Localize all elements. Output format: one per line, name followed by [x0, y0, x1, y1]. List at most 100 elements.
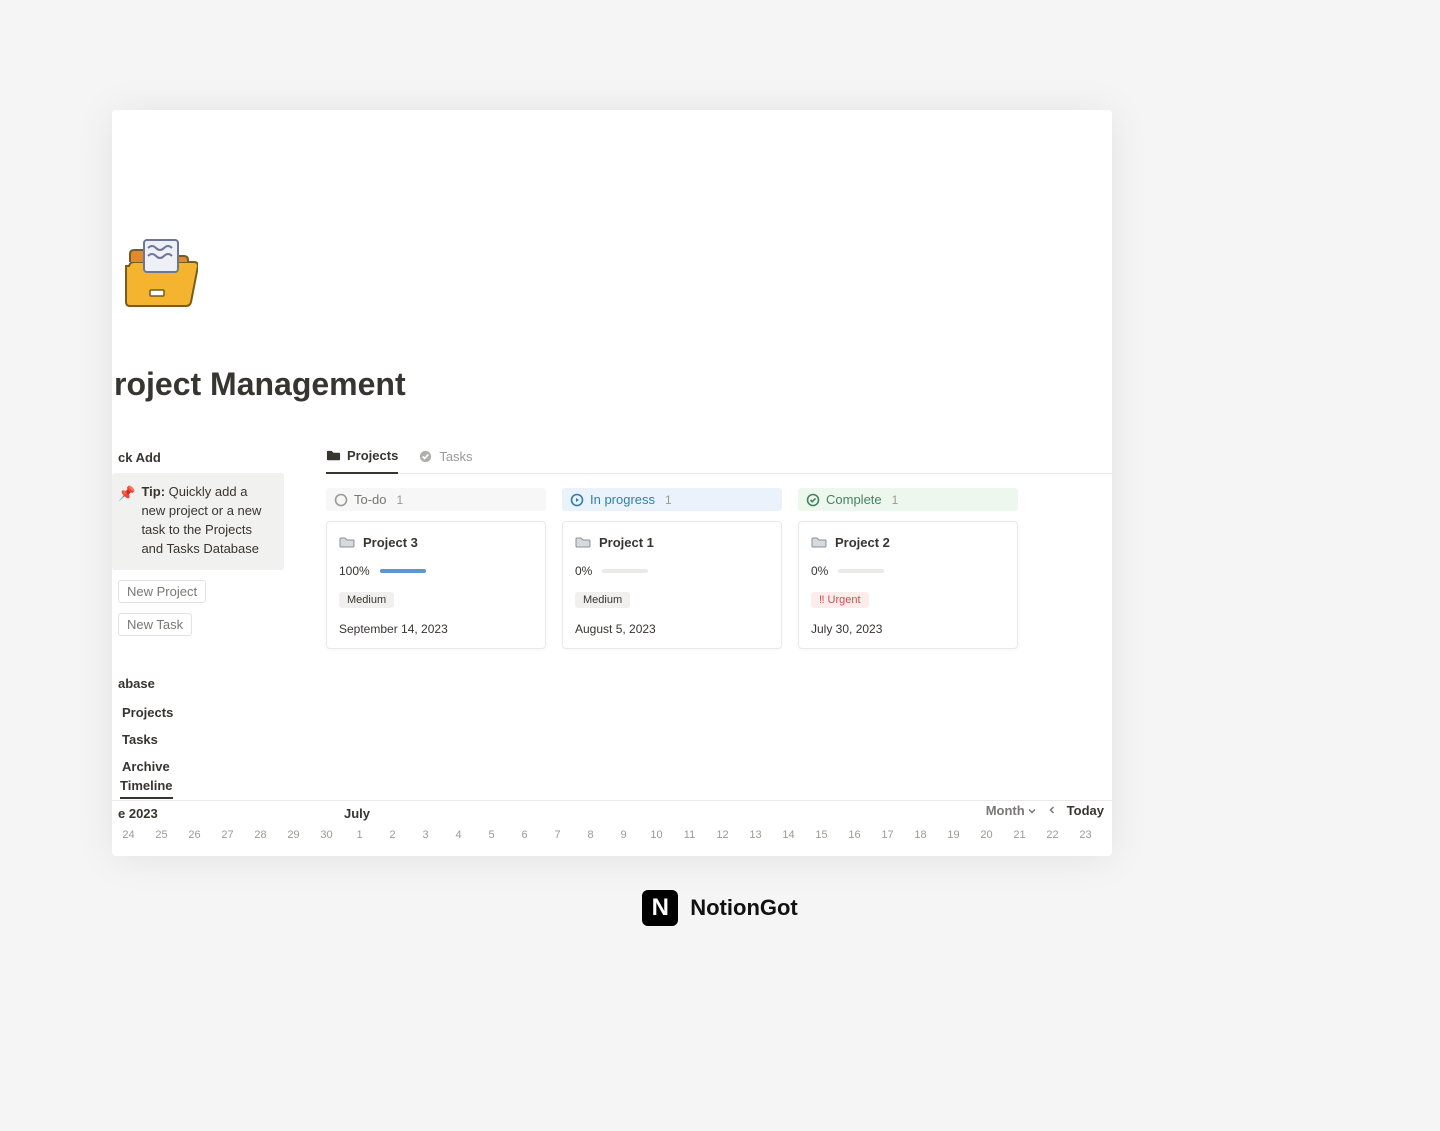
tab-tasks[interactable]: Tasks [418, 446, 472, 474]
new-task-label: New Task [127, 617, 183, 632]
timeline-day[interactable]: 22 [1036, 829, 1069, 841]
db-link-projects[interactable]: Projects [112, 699, 284, 726]
timeline-day[interactable]: 4 [442, 829, 475, 841]
timeline-day[interactable]: 11 [673, 829, 706, 841]
column-complete-count: 1 [892, 493, 899, 507]
timeline-day[interactable]: 25 [145, 829, 178, 841]
sidebar: ck Add 📌 Tip: Quickly add a new project … [112, 444, 284, 780]
timeline-prev-button[interactable] [1047, 803, 1057, 818]
timeline-day[interactable]: 17 [871, 829, 904, 841]
progress-bar [838, 569, 884, 573]
column-todo-label: To-do [354, 492, 387, 507]
timeline-day[interactable]: 6 [508, 829, 541, 841]
new-project-button[interactable]: New Project [118, 580, 206, 603]
app-window: roject Management ck Add 📌 Tip: Quickly … [112, 110, 1112, 856]
quick-add-heading: ck Add [112, 444, 284, 473]
timeline-day[interactable]: 7 [541, 829, 574, 841]
tab-projects[interactable]: Projects [326, 446, 398, 474]
card-title: Project 3 [363, 535, 418, 550]
chevron-down-icon [1027, 806, 1037, 816]
timeline-day[interactable]: 27 [211, 829, 244, 841]
timeline-day[interactable]: 19 [937, 829, 970, 841]
timeline-day[interactable]: 16 [838, 829, 871, 841]
circle-empty-icon [334, 493, 348, 507]
card-date: August 5, 2023 [575, 622, 769, 636]
column-inprogress-count: 1 [665, 493, 672, 507]
brand-text: NotionGot [690, 895, 798, 921]
card-date: September 14, 2023 [339, 622, 533, 636]
tab-projects-label: Projects [347, 448, 398, 463]
timeline-day[interactable]: 29 [277, 829, 310, 841]
timeline-days: 2425262728293012345678910111213141516171… [112, 825, 1112, 841]
timeline-day[interactable]: 24 [112, 829, 145, 841]
column-todo-header[interactable]: To-do 1 [326, 488, 546, 511]
card-project-2[interactable]: Project 2 0% ‼ Urgent July 30, 2023 [798, 521, 1018, 649]
timeline-day[interactable]: 20 [970, 829, 1003, 841]
circle-check-icon [806, 493, 820, 507]
circle-play-icon [570, 493, 584, 507]
timeline-day[interactable]: 1 [343, 829, 376, 841]
timeline-day[interactable]: 21 [1003, 829, 1036, 841]
timeline-day[interactable]: 26 [178, 829, 211, 841]
progress-fill [380, 569, 426, 573]
new-project-label: New Project [127, 584, 197, 599]
checkbadge-icon [418, 449, 433, 464]
tip-strong: Tip: [141, 484, 165, 499]
timeline-day[interactable]: 2 [376, 829, 409, 841]
page-hero-folder-icon [120, 236, 198, 314]
database-heading: abase [112, 636, 284, 699]
column-inprogress: In progress 1 Project 1 0% [562, 488, 782, 649]
priority-tag: Medium [575, 592, 630, 608]
column-inprogress-header[interactable]: In progress 1 [562, 488, 782, 511]
timeline-day[interactable]: 10 [640, 829, 673, 841]
column-todo-count: 1 [397, 493, 404, 507]
timeline-day[interactable]: 8 [574, 829, 607, 841]
new-task-button[interactable]: New Task [118, 613, 192, 636]
priority-tag: Medium [339, 592, 394, 608]
timeline-day[interactable]: 5 [475, 829, 508, 841]
progress-bar [602, 569, 648, 573]
tab-tasks-label: Tasks [439, 449, 472, 464]
db-link-tasks[interactable]: Tasks [112, 726, 284, 753]
timeline-scale-label: Month [986, 803, 1025, 818]
folder-mini-icon [575, 534, 591, 550]
column-complete: Complete 1 Project 2 0% [798, 488, 1018, 649]
chevron-left-icon [1047, 805, 1057, 815]
card-project-3[interactable]: Project 3 100% Medium September 14, 2023 [326, 521, 546, 649]
timeline-scale-dropdown[interactable]: Month [986, 803, 1037, 818]
timeline-day[interactable]: 18 [904, 829, 937, 841]
board-tabs: Projects Tasks [326, 446, 1112, 474]
timeline-day[interactable]: 12 [706, 829, 739, 841]
tab-timeline[interactable]: Timeline [120, 778, 173, 799]
column-complete-header[interactable]: Complete 1 [798, 488, 1018, 511]
timeline-day[interactable]: 9 [607, 829, 640, 841]
tip-text: Tip: Quickly add a new project or a new … [141, 483, 272, 558]
timeline-day[interactable]: 13 [739, 829, 772, 841]
timeline-day[interactable]: 30 [310, 829, 343, 841]
timeline-month-july: July [344, 806, 370, 821]
db-link-archive[interactable]: Archive [112, 753, 284, 780]
page-title: roject Management [114, 366, 406, 403]
timeline-day[interactable]: 23 [1069, 829, 1102, 841]
folder-mini-icon [339, 534, 355, 550]
timeline-day[interactable]: 3 [409, 829, 442, 841]
timeline-strip: e 2023 July Month Today 2425262728293012… [112, 800, 1112, 841]
timeline-day[interactable]: 15 [805, 829, 838, 841]
timeline-day[interactable]: 28 [244, 829, 277, 841]
progress-bar [380, 569, 426, 573]
column-complete-label: Complete [826, 492, 882, 507]
timeline-today-button[interactable]: Today [1067, 803, 1104, 818]
card-project-1[interactable]: Project 1 0% Medium August 5, 2023 [562, 521, 782, 649]
board: Projects Tasks To-do [326, 446, 1112, 649]
column-inprogress-label: In progress [590, 492, 655, 507]
card-title: Project 2 [835, 535, 890, 550]
folder-icon [326, 448, 341, 463]
timeline-month-june: e 2023 [118, 806, 344, 821]
card-percent: 0% [811, 564, 828, 578]
timeline-day[interactable]: 14 [772, 829, 805, 841]
priority-tag-urgent: ‼ Urgent [811, 592, 869, 608]
card-percent: 0% [575, 564, 592, 578]
folder-mini-icon [811, 534, 827, 550]
brand-logo-icon: N [642, 890, 678, 926]
card-date: July 30, 2023 [811, 622, 1005, 636]
